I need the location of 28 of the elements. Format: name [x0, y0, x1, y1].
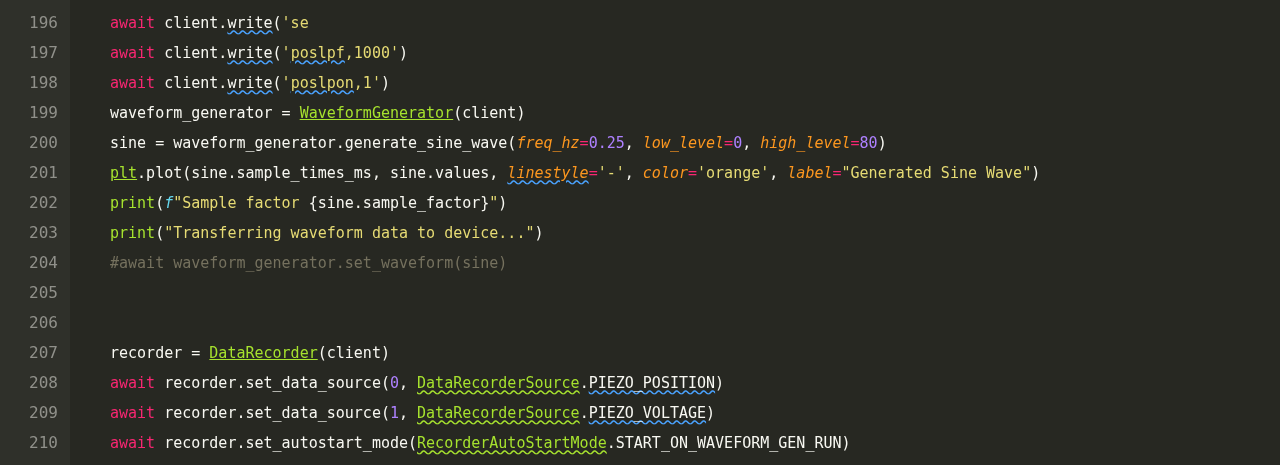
code-line: await client.write('poslpf,1000') — [110, 43, 409, 64]
code-line: await recorder.set_data_source(1, DataRecorderSource.PIEZO_VOLTAGE) — [110, 403, 716, 424]
line-number: 198 — [28, 72, 59, 94]
code-line: await client.write('poslpon,1') — [110, 73, 390, 94]
code-line: print("Transferring waveform data to device...") — [110, 223, 544, 244]
line-number: 197 — [28, 42, 59, 64]
code-line: plt.plot(sine.sample_times_ms, sine.values, linestyle='-', color='orange', label="Generated Sine Wave") — [110, 163, 1041, 184]
code-line: #await waveform_generator.set_waveform(sine) — [110, 253, 508, 274]
code-line: recorder = DataRecorder(client) — [110, 343, 390, 364]
line-number: 206 — [28, 312, 59, 334]
code-line: await recorder.set_autostart_mode(RecorderAutoStartMode.START_ON_WAVEFORM_GEN_RUN) — [110, 433, 851, 454]
code-line: print(f"Sample factor {sine.sample_factor}") — [110, 193, 508, 214]
line-number: 203 — [28, 222, 59, 244]
line-number: 201 — [28, 162, 59, 184]
line-number: 208 — [28, 372, 59, 394]
code-line: sine = waveform_generator.generate_sine_wave(freq_hz=0.25, low_level=0, high_level=80) — [110, 133, 887, 154]
line-number: 207 — [28, 342, 59, 364]
line-number: 202 — [28, 192, 59, 214]
code-line: await recorder.set_data_source(0, DataRecorderSource.PIEZO_POSITION) — [110, 373, 725, 394]
line-number: 200 — [28, 132, 59, 154]
line-number: 209 — [28, 402, 59, 424]
line-number: 204 — [28, 252, 59, 274]
line-number: 210 — [28, 432, 59, 454]
line-number: 196 — [28, 12, 59, 34]
line-number: 199 — [28, 102, 59, 124]
code-line: waveform_generator = WaveformGenerator(client) — [110, 103, 526, 124]
line-number: 205 — [28, 282, 59, 304]
code-line: await client.write('se — [110, 13, 309, 34]
